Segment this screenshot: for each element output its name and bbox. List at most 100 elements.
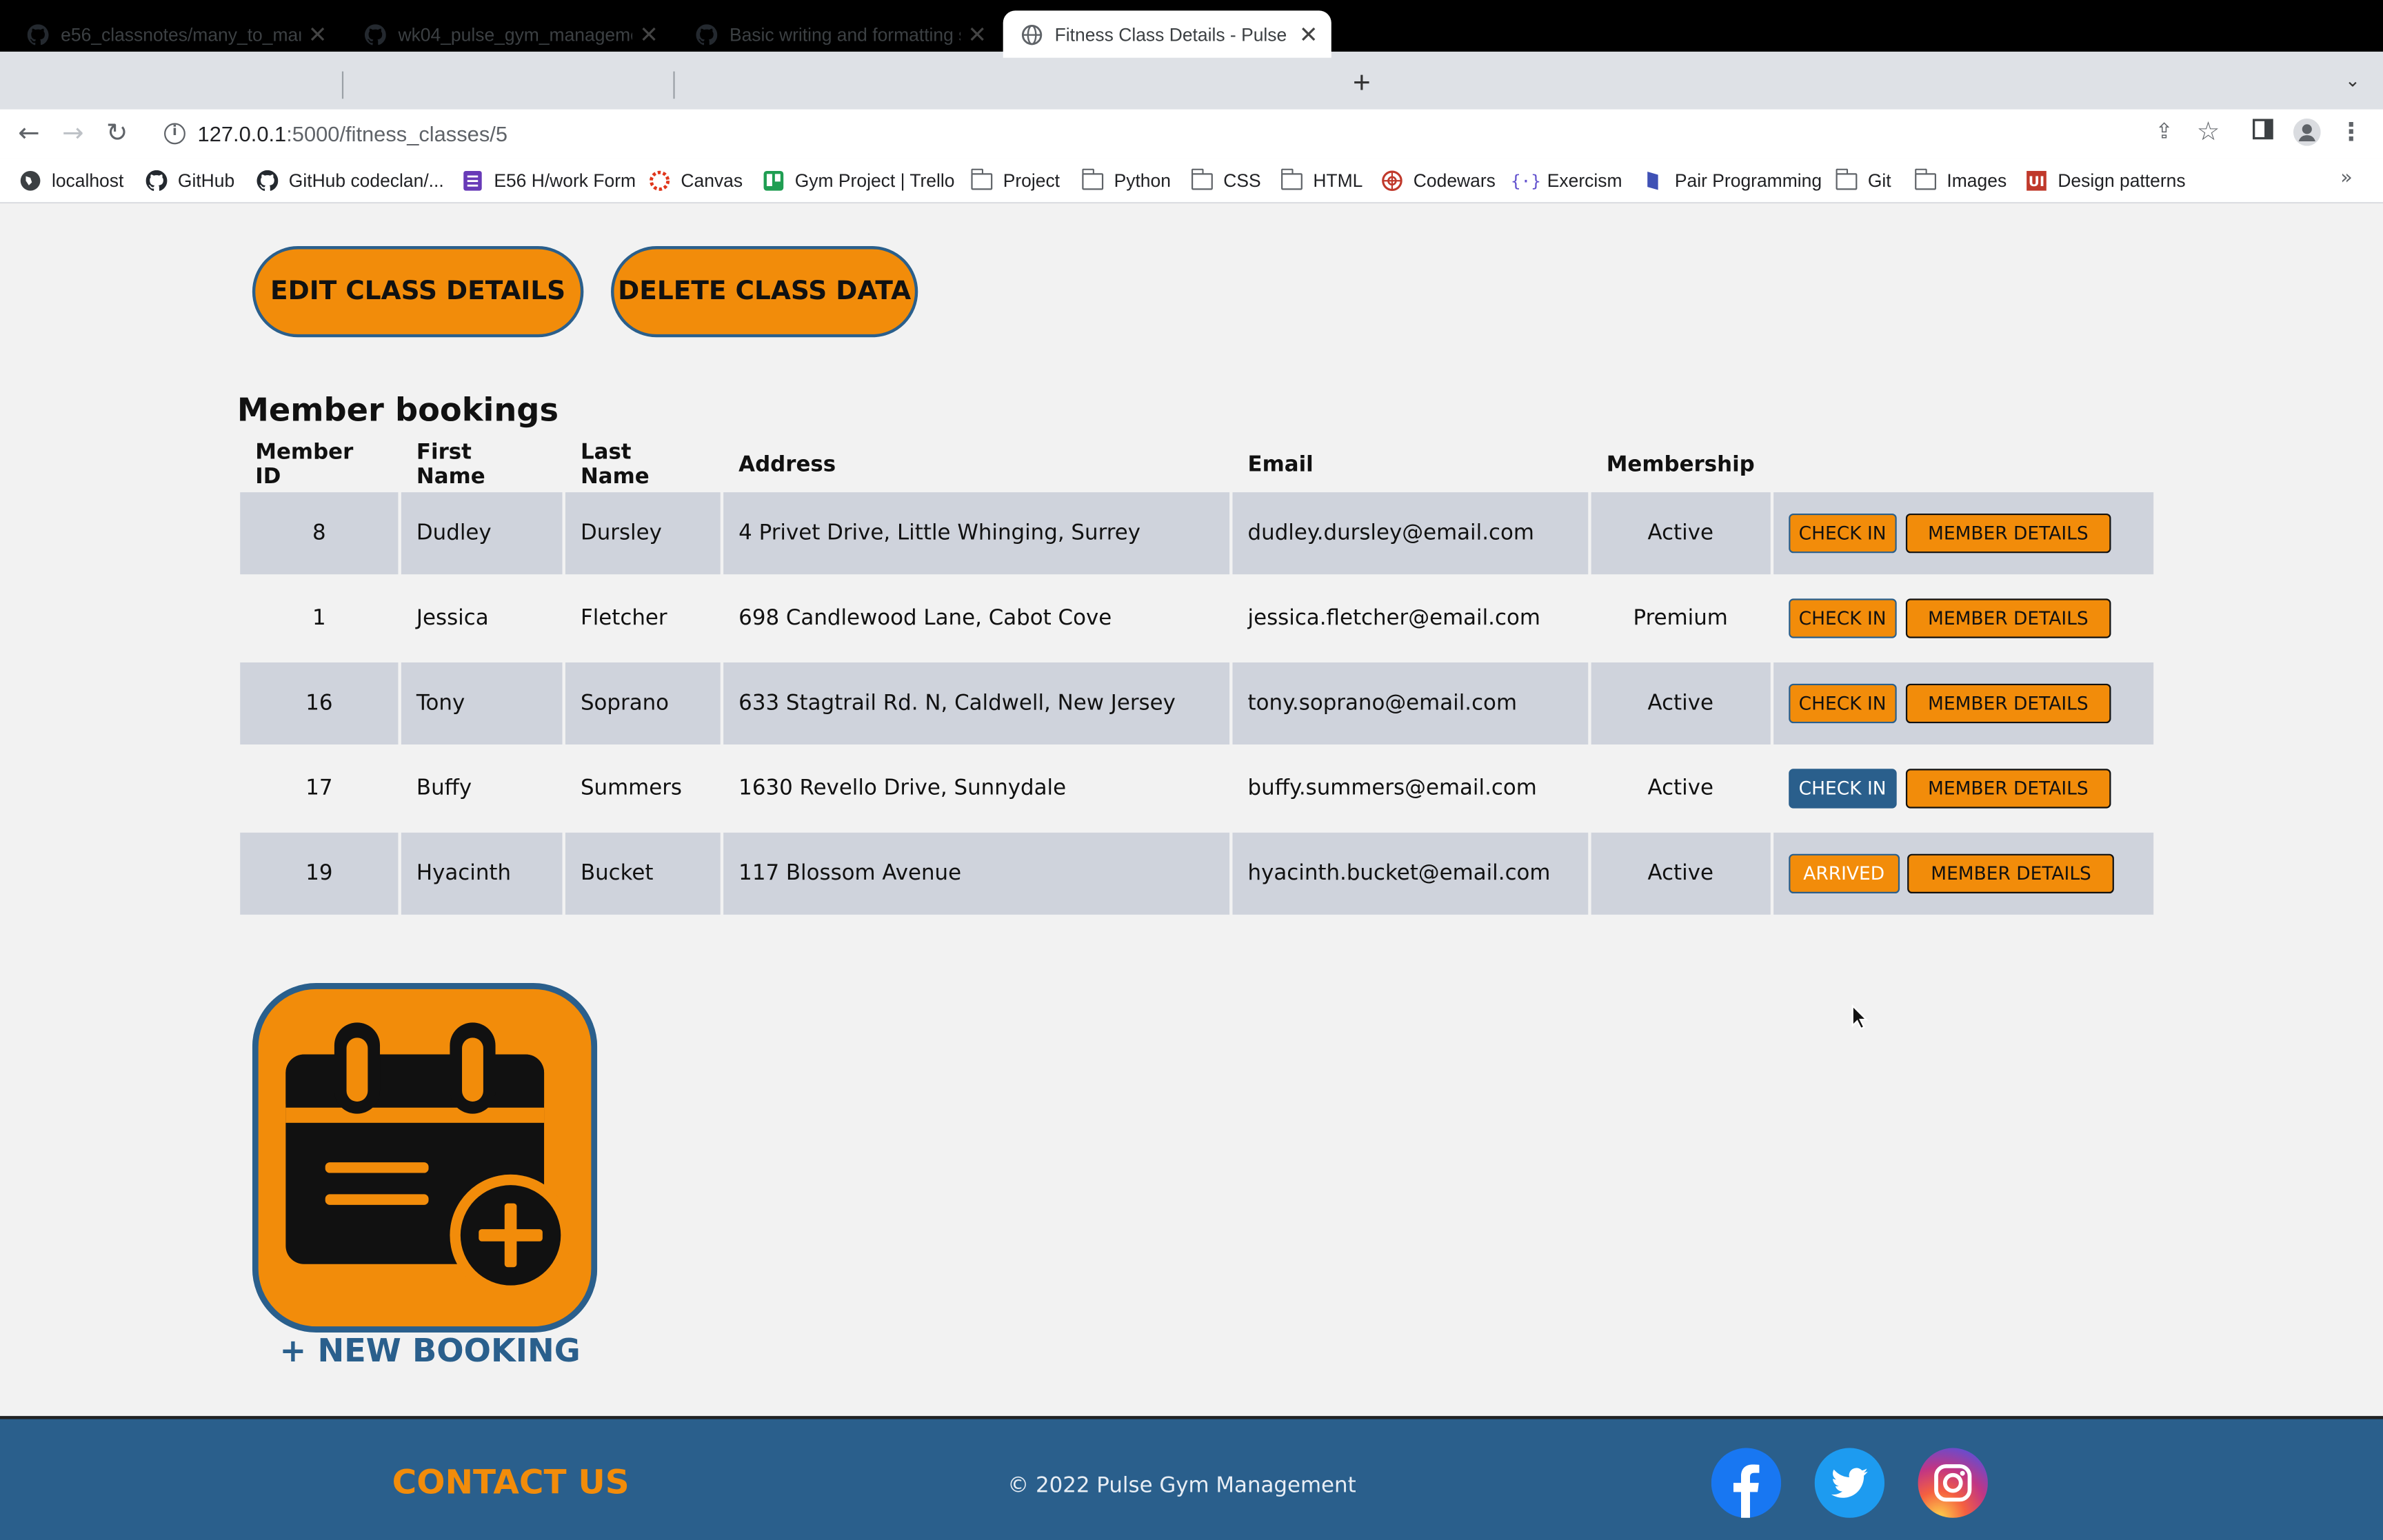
email: tony.soprano@email.com	[1232, 662, 1589, 745]
info-icon[interactable]: i	[164, 123, 185, 145]
svg-text:UI: UI	[2029, 174, 2044, 190]
delete-class-data-button[interactable]: DELETE CLASS DATA	[611, 246, 918, 338]
email: jessica.fletcher@email.com	[1247, 606, 1540, 631]
bookmark-codewars[interactable]: Codewars	[1382, 167, 1496, 194]
tab-classnotes[interactable]: e56_classnotes/many_to_man ✕	[9, 10, 340, 57]
column-header-actions	[1773, 440, 2153, 489]
edit-class-details-button[interactable]: EDIT CLASS DETAILS	[252, 246, 584, 338]
tab-gym-management[interactable]: wk04_pulse_gym_managemen ✕	[347, 10, 672, 57]
bookmark-folder-python[interactable]: Python	[1081, 167, 1171, 194]
table-row: 8 Dudley Dursley 4 Privet Drive, Little …	[240, 492, 2153, 575]
folder-icon	[1280, 168, 1303, 192]
close-icon[interactable]: ✕	[639, 21, 660, 48]
facebook-icon[interactable]	[1711, 1448, 1782, 1518]
side-panel-icon[interactable]	[2249, 119, 2277, 146]
member-details-button[interactable]: MEMBER DETAILS	[1908, 853, 2114, 894]
menu-dots-icon[interactable]: ⋮	[2337, 118, 2365, 146]
reload-icon[interactable]: ↻	[102, 119, 132, 149]
twitter-icon[interactable]	[1814, 1448, 1885, 1518]
member-id: 17	[305, 776, 333, 801]
last-name: Bucket	[565, 832, 721, 915]
close-icon[interactable]: ✕	[1298, 21, 1319, 48]
check-in-button[interactable]: CHECK IN	[1788, 513, 1897, 554]
member-details-button[interactable]: MEMBER DETAILS	[1904, 598, 2111, 638]
arrived-button[interactable]: ARRIVED	[1788, 853, 1900, 894]
bookmark-label: Canvas	[681, 170, 743, 192]
bookmark-github[interactable]: GitHub	[145, 167, 234, 194]
row-actions: CHECK IN MEMBER DETAILS	[1773, 492, 2153, 575]
address-bar-row: ← → ↻ i 127.0.0.1:5000/fitness_classes/5	[0, 109, 2383, 159]
tab-divider	[673, 71, 675, 99]
bookmark-folder-css[interactable]: CSS	[1191, 167, 1261, 194]
new-booking-link[interactable]: + NEW BOOKING	[280, 1333, 581, 1369]
column-header: First Name	[416, 440, 485, 489]
share-icon[interactable]: ⇪	[2151, 119, 2178, 146]
globe-icon	[20, 170, 41, 192]
table-row: 1 Jessica Fletcher 698 Candlewood Lane, …	[240, 578, 2153, 660]
address: 1630 Revello Drive, Sunnydale	[738, 776, 1067, 801]
url-text: 127.0.0.1:5000/fitness_classes/5	[198, 121, 507, 145]
bookmark-localhost[interactable]: localhost	[20, 167, 124, 194]
bookmark-label: Codewars	[1413, 170, 1496, 192]
bookmark-hwork-form[interactable]: E56 H/work Form	[462, 167, 636, 194]
forward-arrow-icon[interactable]: →	[58, 119, 88, 149]
member-details-button[interactable]: MEMBER DETAILS	[1904, 769, 2111, 809]
bookmark-folder-git[interactable]: Git	[1835, 167, 1891, 194]
new-tab-icon[interactable]: +	[1347, 67, 1377, 100]
bookmark-canvas[interactable]: Canvas	[649, 167, 743, 194]
member-details-button[interactable]: MEMBER DETAILS	[1904, 683, 2111, 724]
last-name: Summers	[580, 776, 682, 801]
chevron-down-icon[interactable]: ⌄	[2337, 70, 2368, 100]
bookmark-design-patterns[interactable]: UI Design patterns	[2026, 167, 2186, 194]
address: 4 Privet Drive, Little Whinging, Surrey	[723, 492, 1230, 575]
check-in-button[interactable]: CHECK IN	[1788, 598, 1897, 638]
member-details-button[interactable]: MEMBER DETAILS	[1904, 513, 2111, 554]
bookmark-pair-programming[interactable]: Pair Programming	[1643, 167, 1822, 194]
bookmark-exercism[interactable]: {·} Exercism	[1511, 167, 1622, 194]
tab-title: wk04_pulse_gym_managemen	[398, 23, 632, 45]
first-name: Hyacinth	[401, 832, 563, 915]
star-icon[interactable]: ☆	[2195, 119, 2222, 146]
bookmark-folder-html[interactable]: HTML	[1280, 167, 1363, 194]
bookmark-github-codeclan[interactable]: GitHub codeclan/...	[257, 167, 444, 194]
tab-fitness-class-details[interactable]: Fitness Class Details - Pulse G ✕	[1003, 10, 1331, 58]
footer: CONTACT US © 2022 Pulse Gym Management	[0, 1416, 2383, 1540]
mouse-cursor-icon	[1851, 1004, 1869, 1037]
folder-icon	[1914, 168, 1937, 192]
row-actions: ARRIVED MEMBER DETAILS	[1773, 832, 2153, 915]
profile-avatar-icon[interactable]	[2293, 118, 2321, 146]
bookmark-folder-project[interactable]: Project	[970, 167, 1060, 194]
section-title: Member bookings	[237, 392, 559, 429]
column-header: Last Name	[580, 440, 650, 489]
calendar-add-icon[interactable]	[252, 983, 598, 1333]
last-name: Soprano	[565, 662, 721, 745]
github-icon	[27, 23, 49, 45]
back-arrow-icon[interactable]: ←	[14, 119, 44, 149]
address: 698 Candlewood Lane, Cabot Cove	[738, 606, 1112, 631]
bookmark-label: HTML	[1313, 170, 1363, 192]
check-in-button[interactable]: CHECK IN	[1788, 683, 1897, 724]
member-id: 19	[240, 832, 399, 915]
row-actions: CHECK IN MEMBER DETAILS	[1773, 662, 2153, 745]
close-icon[interactable]: ✕	[967, 21, 988, 48]
github-icon	[364, 23, 386, 45]
membership: Active	[1591, 832, 1770, 915]
url-field[interactable]: i 127.0.0.1:5000/fitness_classes/5	[152, 114, 2143, 154]
bookmark-trello[interactable]: Gym Project | Trello	[763, 167, 954, 194]
bookmark-label: CSS	[1223, 170, 1261, 192]
folder-icon	[1191, 168, 1213, 192]
bookmarks-overflow-icon[interactable]: »	[2340, 167, 2353, 190]
close-icon[interactable]: ✕	[307, 21, 328, 48]
bookmark-folder-images[interactable]: Images	[1914, 167, 2007, 194]
canvas-icon	[649, 170, 670, 192]
tab-title: Fitness Class Details - Pulse G	[1054, 23, 1292, 45]
first-name: Tony	[401, 662, 563, 745]
trello-icon	[763, 170, 784, 192]
tab-basic-writing[interactable]: Basic writing and formatting sy ✕	[678, 10, 1000, 57]
email: hyacinth.bucket@email.com	[1232, 832, 1589, 915]
instagram-icon[interactable]	[1918, 1448, 1988, 1518]
first-name: Dudley	[401, 492, 563, 575]
github-icon	[257, 170, 279, 192]
check-in-button[interactable]: CHECK IN	[1788, 769, 1897, 809]
contact-us-link[interactable]: CONTACT US	[392, 1465, 630, 1503]
